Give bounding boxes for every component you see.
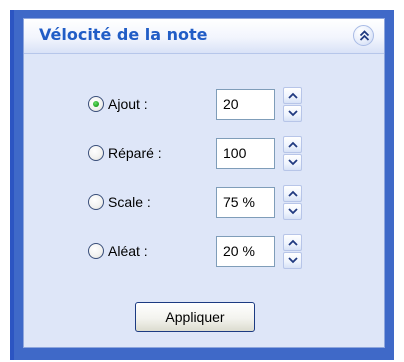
- ajout-input[interactable]: 20: [216, 89, 275, 120]
- radio-repare[interactable]: [88, 145, 104, 161]
- option-label[interactable]: Réparé :: [108, 145, 162, 161]
- spin-down-button[interactable]: [283, 252, 302, 269]
- spin-down-button[interactable]: [283, 105, 302, 122]
- option-row-repare: Réparé : 100: [24, 136, 384, 176]
- spin-up-button[interactable]: [283, 87, 302, 104]
- repare-spinner: [283, 136, 302, 171]
- aleat-input[interactable]: 20 %: [216, 236, 275, 267]
- chevron-down-icon: [288, 257, 298, 264]
- aleat-spinner: [283, 234, 302, 269]
- chevron-up-icon: [288, 92, 298, 99]
- option-row-aleat: Aléat : 20 %: [24, 234, 384, 274]
- option-label[interactable]: Aléat :: [108, 243, 148, 259]
- scale-input[interactable]: 75 %: [216, 187, 275, 218]
- panel-title: Vélocité de la note: [39, 25, 208, 44]
- spin-down-button[interactable]: [283, 203, 302, 220]
- spin-up-button[interactable]: [283, 234, 302, 251]
- panel-header[interactable]: Vélocité de la note: [24, 19, 384, 54]
- radio-scale[interactable]: [88, 194, 104, 210]
- option-label[interactable]: Ajout :: [108, 96, 148, 112]
- chevron-down-icon: [288, 110, 298, 117]
- collapse-button[interactable]: [353, 25, 374, 46]
- chevron-up-icon: [288, 190, 298, 197]
- spin-up-button[interactable]: [283, 136, 302, 153]
- scale-spinner: [283, 185, 302, 220]
- option-row-scale: Scale : 75 %: [24, 185, 384, 225]
- spin-down-button[interactable]: [283, 154, 302, 171]
- spin-up-button[interactable]: [283, 185, 302, 202]
- note-velocity-panel: Vélocité de la note Ajout : 20 Réparé : …: [23, 18, 385, 348]
- radio-aleat[interactable]: [88, 243, 104, 259]
- option-row-ajout: Ajout : 20: [24, 87, 384, 127]
- option-label[interactable]: Scale :: [108, 194, 151, 210]
- chevron-up-icon: [288, 239, 298, 246]
- chevron-up-icon: [288, 141, 298, 148]
- radio-ajout[interactable]: [88, 96, 104, 112]
- chevron-down-icon: [288, 159, 298, 166]
- chevron-down-icon: [288, 208, 298, 215]
- frame-edge: [10, 10, 14, 360]
- repare-input[interactable]: 100: [216, 138, 275, 169]
- apply-button[interactable]: Appliquer: [135, 302, 255, 332]
- double-chevron-up-icon: [359, 30, 370, 41]
- ajout-spinner: [283, 87, 302, 122]
- radio-selected-dot: [93, 101, 99, 107]
